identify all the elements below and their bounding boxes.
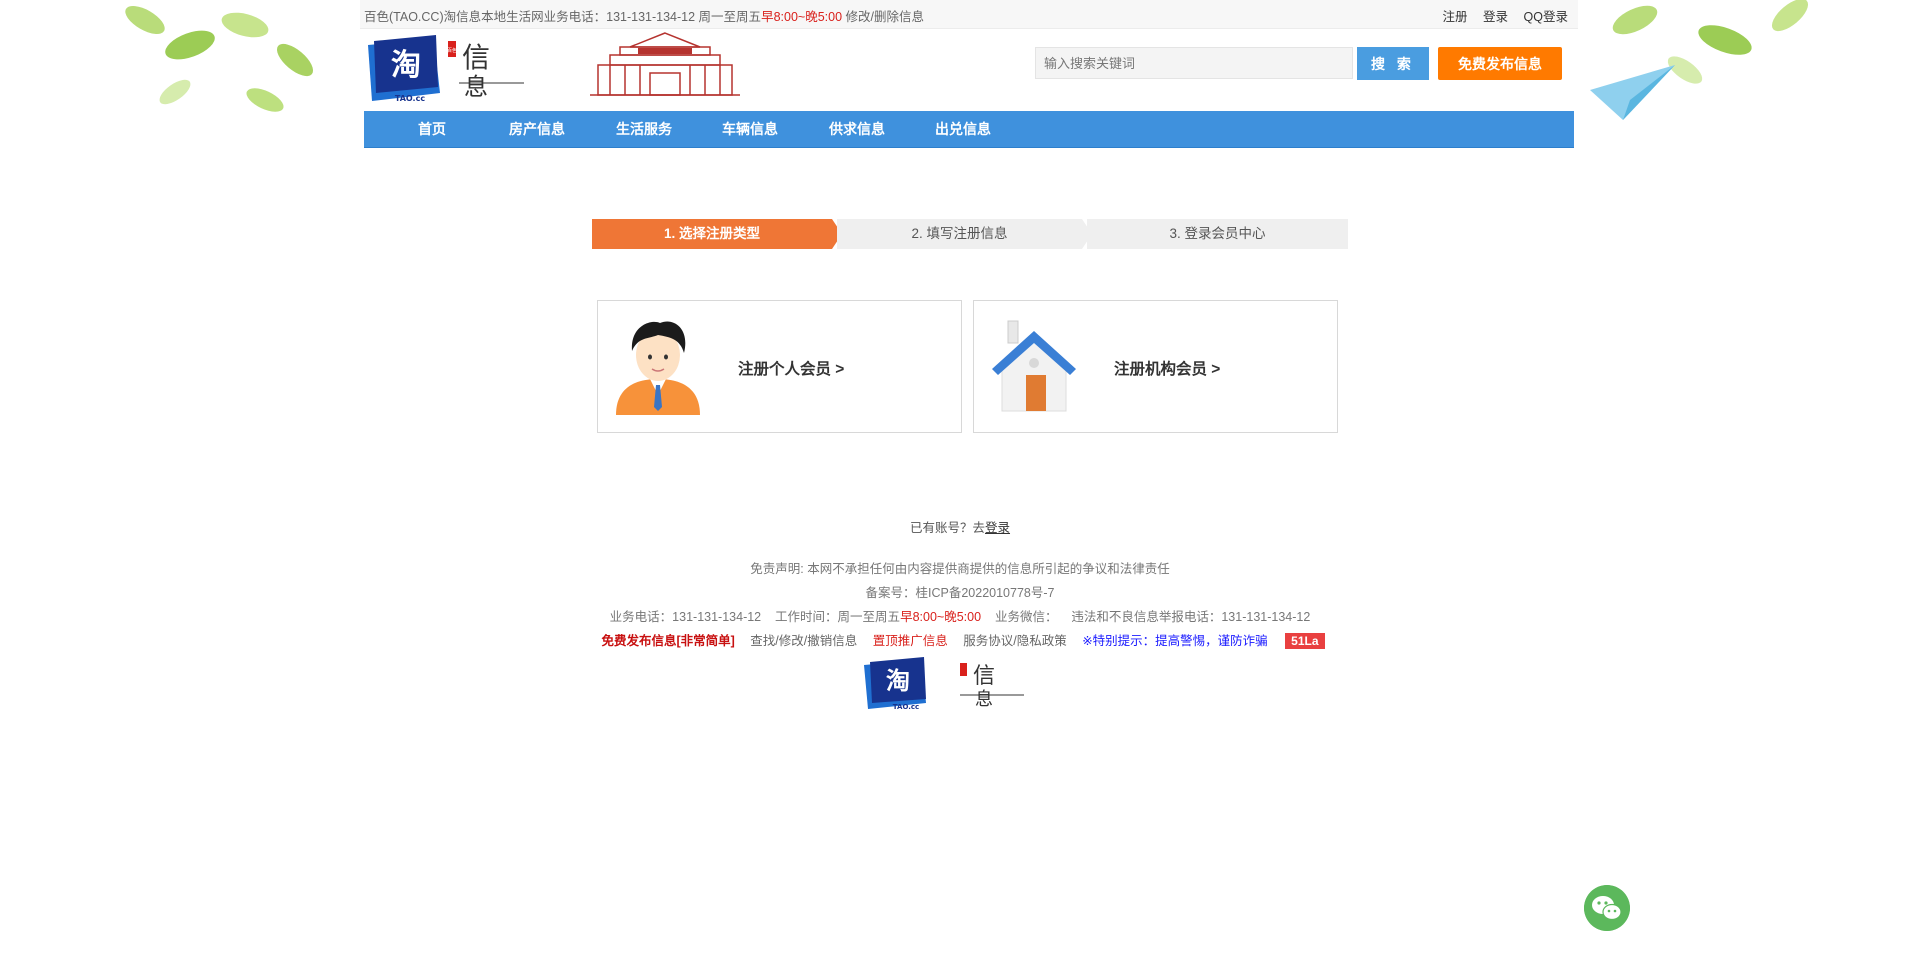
leaf-decoration-left xyxy=(125,6,314,112)
footer-report: 违法和不良信息举报电话：131-131-134-12 xyxy=(1071,610,1311,624)
step-1-select-type: 1. 选择注册类型 xyxy=(592,219,832,249)
footer-links: 免费发布信息[非常简单] 查找/修改/撤销信息 置顶推广信息 服务协议/隐私政策… xyxy=(0,630,1920,649)
search-input[interactable] xyxy=(1035,47,1353,79)
footer-work-time: 工作时间：周一至周五 xyxy=(775,610,901,624)
footer-icp: 备案号：桂ICP备2022010778号-7 xyxy=(865,586,1055,600)
top-bar: 百色(TAO.CC)淘信息本地生活网业务电话：131-131-134-12 周一… xyxy=(360,0,1578,29)
stats-51la-badge[interactable]: 51La xyxy=(1285,633,1325,649)
header: 淘 TAO.cc 百色 信 息 搜 索 免费发布信息 xyxy=(360,29,1578,111)
svg-text:淘: 淘 xyxy=(391,48,421,83)
footer-disclaimer: 免责声明: 本网不承担任何由内容提供商提供的信息所引起的争议和法律责任 xyxy=(750,562,1170,576)
leaf-decoration-right xyxy=(1590,0,1809,120)
edit-delete-link[interactable]: 修改/删除信息 xyxy=(846,10,924,24)
footer-phone: 业务电话：131-131-134-12 xyxy=(609,610,762,624)
svg-text:息: 息 xyxy=(975,689,993,710)
svg-text:信: 信 xyxy=(462,41,490,74)
footer-wechat: 业务微信： xyxy=(994,610,1058,624)
footer-find-link[interactable]: 查找/修改/撤销信息 xyxy=(750,634,857,648)
register-org-card[interactable]: 注册机构会员 > xyxy=(973,300,1338,433)
nav-home[interactable]: 首页 xyxy=(379,111,485,147)
svg-text:息: 息 xyxy=(464,73,488,101)
paper-plane-icon xyxy=(1590,65,1675,120)
svg-text:淘: 淘 xyxy=(886,667,910,695)
svg-text:信: 信 xyxy=(973,664,995,689)
nav-life-service[interactable]: 生活服务 xyxy=(591,111,697,147)
building-illustration xyxy=(590,32,740,96)
svg-text:百色: 百色 xyxy=(447,47,457,54)
publish-free-button[interactable]: 免费发布信息 xyxy=(1438,47,1562,80)
register-org-label: 注册机构会员 > xyxy=(1114,361,1221,378)
already-have-account: 已有账号？去登录 xyxy=(0,517,1920,536)
footer-logo: 淘 TAO.cc 信 息 xyxy=(864,657,1024,710)
footer-publish-link[interactable]: 免费发布信息[非常简单] xyxy=(601,634,734,648)
wechat-float-icon[interactable] xyxy=(1584,885,1630,931)
footer-fraud-tip-link[interactable]: ※特别提示：提高警惕，谨防诈骗 xyxy=(1082,634,1267,648)
site-logo[interactable]: 淘 TAO.cc 百色 信 息 xyxy=(364,31,529,103)
nav-transfer[interactable]: 出兑信息 xyxy=(910,111,1016,147)
qq-login-link[interactable]: QQ登录 xyxy=(1524,10,1568,24)
register-link[interactable]: 注册 xyxy=(1443,10,1468,24)
step-3-login-center: 3. 登录会员中心 xyxy=(1087,219,1348,249)
nav-supply-demand[interactable]: 供求信息 xyxy=(804,111,910,147)
footer-contact: 业务电话：131-131-134-12 工作时间：周一至周五早8:00~晚5:0… xyxy=(0,606,1920,625)
footer-policy-link[interactable]: 服务协议/隐私政策 xyxy=(963,634,1066,648)
footer-work-hours: 早8:00~晚5:00 xyxy=(900,610,982,624)
svg-text:TAO.cc: TAO.cc xyxy=(395,94,425,103)
goto-login-link[interactable]: 登录 xyxy=(985,521,1010,535)
house-icon xyxy=(992,320,1076,412)
footer-top-promo-link[interactable]: 置顶推广信息 xyxy=(873,634,948,648)
top-notice-text: 百色(TAO.CC)淘信息本地生活网业务电话：131-131-134-12 周一… xyxy=(364,10,762,24)
top-links: 注册 登录 QQ登录 xyxy=(1431,6,1568,25)
nav-property[interactable]: 房产信息 xyxy=(484,111,590,147)
register-steps: 1. 选择注册类型 2. 填写注册信息 3. 登录会员中心 xyxy=(592,219,1348,249)
already-text: 已有账号？去 xyxy=(909,521,985,535)
register-personal-label: 注册个人会员 > xyxy=(738,361,845,378)
svg-text:TAO.cc: TAO.cc xyxy=(893,703,919,710)
top-notice: 百色(TAO.CC)淘信息本地生活网业务电话：131-131-134-12 周一… xyxy=(364,6,924,25)
step-2-fill-info: 2. 填写注册信息 xyxy=(837,219,1082,249)
person-avatar-icon xyxy=(616,321,700,415)
nav-vehicle[interactable]: 车辆信息 xyxy=(697,111,803,147)
search-button[interactable]: 搜 索 xyxy=(1357,47,1429,80)
main-nav: 首页 房产信息 生活服务 车辆信息 供求信息 出兑信息 xyxy=(364,111,1574,148)
register-personal-card[interactable]: 注册个人会员 > xyxy=(597,300,962,433)
top-notice-hours: 早8:00~晚5:00 xyxy=(761,10,843,24)
login-link[interactable]: 登录 xyxy=(1483,10,1508,24)
